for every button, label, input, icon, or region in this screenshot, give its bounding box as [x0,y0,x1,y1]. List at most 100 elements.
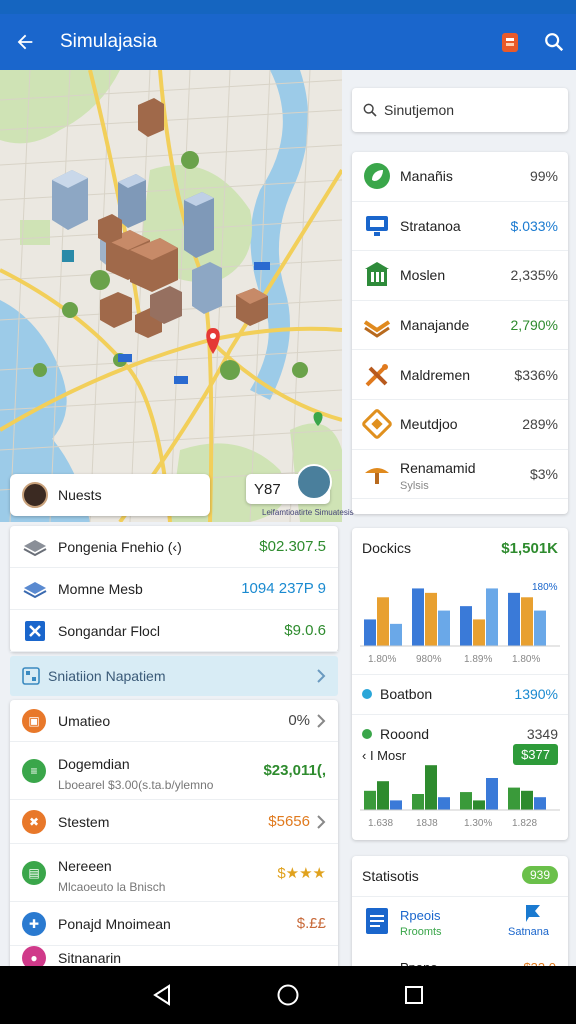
chart-bar [412,588,424,646]
stat-left-sub: Rroomts [400,926,442,938]
building-icon [362,260,392,290]
activity-row[interactable]: ▤ Nereeen $★★★ Mlcaoeuto la Bnisch [10,844,338,902]
activity-row-label: Stestem [58,813,110,830]
stat-row-label: Moslen [400,267,446,284]
chart-bar [364,619,376,646]
app-title: Simulajasia [60,31,158,52]
tick-label: 1.80% [368,654,396,665]
activity-row-value: 0% [288,712,310,729]
navigation-banner[interactable]: Sniatiion Napatiem [10,656,338,696]
chart-bar [377,781,389,810]
layers-icon [362,310,392,340]
search-icon [545,33,564,52]
nav-home-icon[interactable] [276,983,300,1007]
legend-dot [362,688,372,699]
chart-bar [412,794,424,810]
summary-list: Pongenia Fnehio (‹) $02.307.5 Momne Mesb… [10,526,338,652]
stat-row-sub: Sylsis [400,479,429,492]
tools-icon [362,360,392,390]
stat-row[interactable]: Manajande 2,790% [352,301,568,351]
tick-label: 1.638 [368,818,393,829]
stat-row-label: Renamamid [400,459,476,476]
stack-icon [22,534,48,560]
chart-bar [377,597,389,646]
stat-row-label: Manajande [400,317,470,334]
activity-row[interactable]: ▣ Umatieo 0% [10,700,338,742]
chart-bar [486,588,498,646]
tick-label: 1.30% [464,818,492,829]
activity-row[interactable]: ≡ Dogemdian $23,011(, Lboearel $3.00(s.ta… [10,742,338,800]
chart-bar [425,765,437,810]
stat-row-label: Meutdjoo [400,416,458,433]
summary-row[interactable]: Pongenia Fnehio (‹) $02.307.5 [10,526,338,568]
monitor-icon [362,211,392,241]
nav-recents-icon[interactable] [403,984,425,1006]
map-attribution: Leifamtioatirte Simuatesis [262,508,354,517]
activity-row-sub: Mlcaoeuto la Bnisch [58,880,166,894]
summary-row-label: Songandar Flocl [58,622,160,639]
stat-row[interactable]: Manañis 99% [352,152,568,202]
search-button[interactable] [532,14,576,70]
stat-row-value: 99% [529,168,558,185]
doc-icon: ≡ [22,758,46,783]
stat-row[interactable]: Stratanoa $.033% [352,202,568,252]
chart-row-boatbon[interactable]: Boatbon 1390% [352,674,568,712]
chart-bar [390,800,402,810]
chevron-right-icon [317,669,326,683]
chart-annotation: 180% [532,582,558,593]
search-field[interactable]: Sinutjemon [352,88,568,132]
activity-row-sub: Lboearel $3.00(s.ta.b/ylemno [58,778,214,792]
stat-row[interactable]: Moslen 2,335% [352,251,568,301]
stat-row-value: 2,335% [510,267,558,284]
activity-list: ▣ Umatieo 0% ≡ Dogemdian $23,011(, Lboeare… [10,700,338,970]
map-tag-label: Y87 [254,480,281,498]
app-bar: Simulajasia [0,14,576,70]
summary-row[interactable]: Songandar Flocl $9.0.6 [10,610,338,652]
summary-row[interactable]: Momne Mesb 1094 237P 9 [10,568,338,610]
bookmark-button[interactable] [488,14,532,70]
map-user-chip[interactable]: Nuests [10,474,210,516]
map-chip-label: Nuests [58,487,102,503]
document-icon [366,908,388,934]
stat-left-label[interactable]: Rpeois [400,908,440,923]
summary-row-label: Pongenia Fnehio (‹) [58,538,182,555]
nav-back-icon[interactable] [151,983,173,1007]
activity-row-value: $5656 [268,813,310,830]
search-input[interactable]: Sinutjemon [384,102,454,118]
tools-icon: ✖ [22,809,46,834]
avatar [22,482,48,508]
stat-row-value: $336% [514,366,558,383]
bar-chart-bottom: 1.638 18J8 1.30% 1.828 [360,765,560,829]
stat-row-value: $.033% [510,217,558,234]
grid-icon [22,618,48,644]
flag-icon [526,905,540,922]
stat-badge: 939 [521,866,558,884]
activity-row-label: Dogemdian [58,755,130,772]
chart-bar [460,792,472,810]
tick-label: 1.89% [464,654,492,665]
chart-bar [534,610,546,646]
stat-right-label[interactable]: Satnana [508,926,549,938]
stat-row-label: Stratanoa [400,217,461,234]
chart-bar [364,790,376,810]
activity-row[interactable]: ✖ Stestem $5656 [10,800,338,844]
summary-row-value: $9.0.6 [284,622,326,639]
map-canvas [0,70,342,522]
stat-row[interactable]: Maldremen $336% [352,350,568,400]
stat-row-value: 2,790% [510,317,558,334]
arrow-back-icon [17,34,33,50]
stat-row[interactable]: Renamamid $3% Sylsis [352,450,568,500]
activity-row-label: Sitnanarin [58,949,122,966]
chart-bar [521,597,533,646]
activity-row[interactable]: ✚ Ponajd Mnoimean $.££ [10,902,338,946]
city-map[interactable] [0,70,342,522]
legend-dot [362,728,372,739]
back-button[interactable] [0,14,50,70]
stat-row[interactable]: Meutdjoo 289% [352,400,568,450]
grid-icon [22,667,40,685]
summary-row-value: $02.307.5 [259,538,326,555]
map-tag[interactable]: Y87 [246,464,332,504]
chart-bar [425,592,437,646]
search-icon [363,103,377,117]
stats-list: Manañis 99% Stratanoa $.033% Moslen 2,33… [352,152,568,514]
